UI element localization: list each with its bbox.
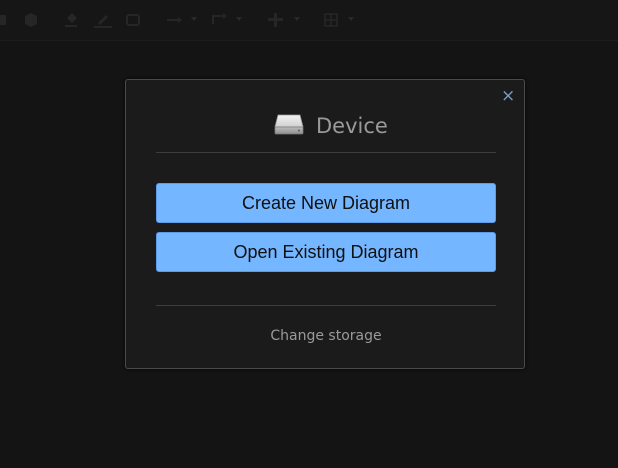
open-existing-diagram-button[interactable]: Open Existing Diagram	[156, 232, 496, 272]
dialog-title: Device	[316, 114, 388, 138]
shadow-icon[interactable]	[0, 12, 12, 28]
connection-caret-icon[interactable]	[191, 17, 197, 21]
insert-icon[interactable]	[267, 12, 285, 28]
storage-dialog: × Device Create New Diagram Open Existin…	[125, 79, 525, 369]
shape-icon[interactable]	[125, 12, 143, 28]
table-caret-icon[interactable]	[348, 17, 354, 21]
bottom-divider	[156, 305, 496, 306]
top-divider	[156, 152, 496, 153]
move-icon[interactable]	[22, 12, 40, 28]
dialog-header: Device	[126, 110, 526, 142]
waypoints-icon[interactable]	[211, 12, 229, 28]
toolbar	[0, 0, 618, 41]
waypoints-caret-icon[interactable]	[236, 17, 242, 21]
connection-icon[interactable]	[166, 12, 184, 28]
line-color-icon[interactable]	[94, 12, 112, 28]
change-storage-link[interactable]: Change storage	[126, 328, 526, 344]
fill-color-icon[interactable]	[63, 12, 81, 28]
table-icon[interactable]	[323, 12, 341, 28]
close-icon[interactable]: ×	[501, 88, 515, 105]
hard-drive-icon	[274, 112, 304, 136]
insert-caret-icon[interactable]	[294, 17, 300, 21]
create-new-diagram-button[interactable]: Create New Diagram	[156, 183, 496, 223]
